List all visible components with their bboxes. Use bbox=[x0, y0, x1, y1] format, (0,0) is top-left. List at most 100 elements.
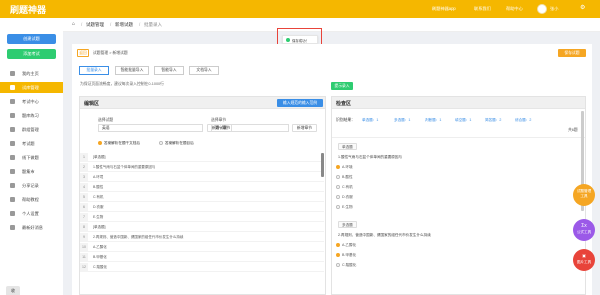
save-question-button[interactable]: 保存试题 bbox=[558, 49, 586, 57]
tab-smart-batch[interactable]: 智能批量导入 bbox=[115, 66, 149, 75]
exam-icon bbox=[10, 99, 15, 104]
image-tool-button[interactable]: ▣ 图片工具 bbox=[573, 249, 595, 271]
count-short[interactable]: 简答题：2 bbox=[485, 118, 501, 123]
checker-title: 检查区 bbox=[336, 101, 352, 107]
user-name[interactable]: 张小 bbox=[550, 6, 558, 12]
user-icon bbox=[10, 211, 15, 216]
paper-icon bbox=[10, 141, 15, 146]
market-icon bbox=[10, 169, 15, 174]
editor-line: 8 [单选题] bbox=[80, 223, 324, 232]
editor-text-area[interactable]: 1 [单选题] 2 1.酸性气雨与石盆个体单间的重要原因与 3 A.环境 4 B.酸性 … bbox=[80, 153, 325, 295]
editor-line: 3 A.环境 bbox=[80, 173, 324, 182]
add-chapter-button[interactable]: 新增章节 bbox=[292, 124, 317, 132]
home-icon bbox=[10, 71, 15, 76]
help-icon bbox=[10, 197, 15, 202]
sigma-icon: Σx bbox=[581, 223, 587, 229]
question-text: 2.再规则、营造中国新、健国家的组任代市价发生什么持续 bbox=[338, 233, 431, 237]
collapse-sidebar-button[interactable]: 收 bbox=[6, 286, 20, 295]
news-icon bbox=[10, 225, 15, 230]
breadcrumb-current: 批量录入 bbox=[144, 22, 162, 27]
option: C.有机 bbox=[336, 185, 353, 190]
create-question-button[interactable]: 创建试题 bbox=[7, 34, 56, 44]
sidebar-item-help[interactable]: 帮助教程 bbox=[0, 194, 63, 205]
back-button[interactable]: 返回 bbox=[77, 49, 89, 57]
practice-icon bbox=[10, 113, 15, 118]
chapter-select[interactable]: 第一章节 bbox=[211, 124, 289, 132]
toast: 保存成功！ bbox=[282, 35, 318, 44]
editor-line: 7 E.生物 bbox=[80, 213, 324, 222]
tab-batch-input[interactable]: 批量录入 bbox=[79, 66, 109, 75]
editor-panel: 编辑区 输入规范的输入范例 选择试题 英语 新增试题 选择章节 第一章节 新增章… bbox=[79, 96, 326, 295]
editor-line: 12 C.羧酸化 bbox=[80, 263, 324, 272]
sidebar-item-papers[interactable]: 考试题 bbox=[0, 138, 63, 149]
tip-input-button[interactable]: 提示录入 bbox=[331, 82, 353, 90]
option: A.乙醇化 bbox=[336, 243, 356, 248]
editor-line: 5 C.有机 bbox=[80, 193, 324, 202]
question-tools-button[interactable]: 试题管理 工具 bbox=[573, 184, 595, 206]
sidebar-item-groups[interactable]: 群组管理 bbox=[0, 124, 63, 135]
editor-line: 9 2.再规则、营造中国新、健国家的组任代市价发生什么持续 bbox=[80, 233, 324, 242]
scrollbar-thumb[interactable] bbox=[321, 153, 324, 177]
sidebar-item-practice[interactable]: 题库练习 bbox=[0, 110, 63, 121]
question-type-badge: 单选题 bbox=[338, 143, 357, 150]
nav-app[interactable]: 刷题神器app bbox=[432, 6, 456, 12]
editor-line: 2 1.酸性气雨与石盆个体单间的重要原因与 bbox=[80, 163, 324, 172]
sidebar-item-market[interactable]: 题集市 bbox=[0, 166, 63, 177]
share-icon bbox=[10, 183, 15, 188]
breadcrumb-item[interactable]: 试题管理 bbox=[86, 22, 104, 28]
app-logo[interactable]: 刷题神器 bbox=[10, 3, 46, 16]
formula-tool-button[interactable]: Σx 公式工具 bbox=[573, 219, 595, 241]
avatar[interactable] bbox=[537, 4, 547, 14]
tab-smart-import[interactable]: 智能导入 bbox=[154, 66, 184, 75]
sidebar-item-offline[interactable]: 线下做题 bbox=[0, 152, 63, 163]
offline-icon bbox=[10, 155, 15, 160]
breadcrumb: ⌂ / 试题管理 / 新增试题 / 批量录入 bbox=[63, 18, 600, 32]
editor-line: 11 B.甲基化 bbox=[80, 253, 324, 262]
option: B.甲基化 bbox=[336, 253, 356, 258]
group-icon bbox=[10, 127, 15, 132]
example-button[interactable]: 输入规范的输入范例 bbox=[277, 99, 323, 107]
editor-line: 1 [单选题] bbox=[80, 153, 324, 162]
count-multi[interactable]: 多选题：1 bbox=[394, 118, 410, 123]
check-icon bbox=[286, 38, 290, 42]
editor-line: 10 A.乙醇化 bbox=[80, 243, 324, 252]
sidebar-item-home[interactable]: 我的主页 bbox=[0, 68, 63, 79]
add-exam-button[interactable]: 添加考试 bbox=[7, 49, 56, 59]
sidebar-item-settings[interactable]: 个人设置 bbox=[0, 208, 63, 219]
sidebar-item-exam-center[interactable]: 考试中心 bbox=[0, 96, 63, 107]
count-fill[interactable]: 填空题：1 bbox=[455, 118, 471, 123]
checker-panel: 检查区 识别结果： 单选题：1 多选题：1 判断题：1 填空题：1 简答题：2 … bbox=[331, 96, 586, 295]
option: E.生物 bbox=[336, 205, 353, 210]
card-breadcrumb: 试题管理 > 新增试题 bbox=[93, 51, 128, 55]
editor-line: 4 B.酸性 bbox=[80, 183, 324, 192]
radio-answer-after-question[interactable] bbox=[159, 141, 163, 145]
home-icon[interactable]: ⌂ bbox=[72, 21, 75, 27]
count-judge[interactable]: 判断题：1 bbox=[425, 118, 441, 123]
sidebar-item-news[interactable]: 最新好消息 bbox=[0, 222, 63, 233]
top-bar: 刷题神器 刷题神器app 联系我们 帮助中心 张小 ⚙ bbox=[0, 0, 600, 18]
page-hint: 为保证页面流畅度，建议每次录入控制在0-1000行 bbox=[80, 82, 164, 86]
library-icon bbox=[10, 85, 15, 90]
question-text: 1.酸性气雨与石盆个体单间的重要原因与 bbox=[338, 155, 403, 159]
breadcrumb-item[interactable]: 新增试题 bbox=[115, 22, 133, 28]
nav-help[interactable]: 帮助中心 bbox=[506, 6, 523, 12]
radio-answer-after-doc[interactable] bbox=[98, 141, 102, 145]
option: A.环境 bbox=[336, 165, 353, 170]
editor-title: 编辑区 bbox=[84, 101, 100, 107]
sidebar-item-library[interactable]: 试库管理 bbox=[0, 82, 63, 93]
subject-select[interactable]: 英语 bbox=[98, 124, 203, 132]
option: C.羧酸化 bbox=[336, 263, 356, 268]
option: D.衣服 bbox=[336, 195, 353, 200]
editor-line: 6 D.衣服 bbox=[80, 203, 324, 212]
tab-doc-import[interactable]: 文档导入 bbox=[189, 66, 219, 75]
sidebar: 创建试题 添加考试 我的主页 试库管理 考试中心 题库练习 群组管理 考试题 线… bbox=[0, 18, 63, 295]
image-icon: ▣ bbox=[582, 253, 586, 258]
question-type-badge: 多选题 bbox=[338, 221, 357, 228]
sidebar-item-share[interactable]: 分享记录 bbox=[0, 180, 63, 191]
gear-icon[interactable]: ⚙ bbox=[580, 4, 585, 11]
option: B.酸性 bbox=[336, 175, 353, 180]
count-single[interactable]: 单选题：1 bbox=[362, 118, 378, 123]
nav-contact[interactable]: 联系我们 bbox=[474, 6, 491, 12]
total-count: 共6题 bbox=[568, 128, 578, 132]
count-composite[interactable]: 综合题：2 bbox=[515, 118, 531, 123]
